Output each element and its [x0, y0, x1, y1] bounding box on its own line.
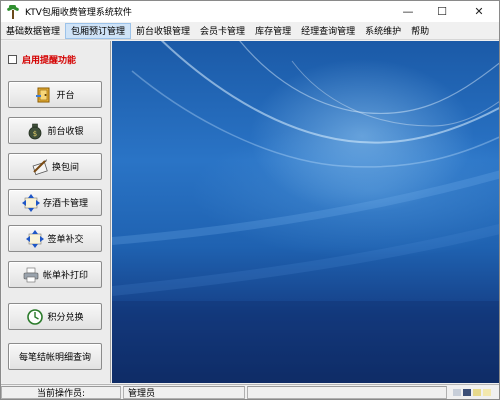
- menu-item-member-card[interactable]: 会员卡管理: [195, 23, 250, 39]
- menu-item-system[interactable]: 系统维护: [360, 23, 406, 39]
- checkout-detail-query-label: 每笔结帐明细查询: [18, 353, 91, 363]
- main-workspace: [112, 41, 499, 383]
- menu-item-basic-data[interactable]: 基础数据管理: [1, 23, 65, 39]
- status-indicator-blocks: [453, 388, 491, 396]
- status-block: [483, 388, 491, 396]
- status-empty-cell: [247, 385, 447, 399]
- operator-label: 当前操作员:: [1, 385, 121, 399]
- status-block: [453, 388, 461, 396]
- bill-pay-icon: [26, 229, 45, 248]
- wine-card-label: 存酒卡管理: [42, 199, 88, 209]
- points-redeem-label: 积分兑换: [47, 313, 84, 323]
- open-room-button[interactable]: 开台: [8, 81, 102, 108]
- printer-icon: [22, 266, 40, 284]
- points-redeem-button[interactable]: 积分兑换: [8, 303, 102, 330]
- menu-item-room-booking[interactable]: 包厢预订管理: [65, 22, 132, 39]
- maximize-button[interactable]: ☐: [425, 1, 459, 22]
- reprint-bill-button[interactable]: 帐单补打印: [8, 261, 102, 288]
- app-window: KTV包厢收费管理系统软件 — ☐ ✕ 基础数据管理 包厢预订管理 前台收银管理…: [0, 0, 500, 400]
- front-cashier-label: 前台收银: [47, 127, 84, 137]
- menu-bar: 基础数据管理 包厢预订管理 前台收银管理 会员卡管理 库存管理 经理查询管理 系…: [1, 22, 499, 40]
- bill-pay-button[interactable]: 签单补交: [8, 225, 102, 252]
- bill-pay-label: 签单补交: [47, 235, 84, 245]
- close-button[interactable]: ✕: [459, 1, 499, 22]
- menu-item-help[interactable]: 帮助: [406, 23, 434, 39]
- status-block: [463, 388, 471, 396]
- reminder-label: 启用提醒功能: [22, 56, 77, 66]
- left-nav-panel: 启用提醒功能 开台 $ 前台收银 换包间 存酒卡管理 签单补交 帐单补打印 积分…: [2, 41, 111, 383]
- window-title: KTV包厢收费管理系统软件: [25, 8, 132, 18]
- status-block: [473, 388, 481, 396]
- title-bar[interactable]: KTV包厢收费管理系统软件 — ☐ ✕: [1, 1, 499, 22]
- wallpaper-graphic: [112, 41, 499, 383]
- wine-card-button[interactable]: 存酒卡管理: [8, 189, 102, 216]
- status-bar: 当前操作员: 管理员: [1, 384, 499, 399]
- open-room-label: 开台: [56, 91, 75, 101]
- menu-item-manager-query[interactable]: 经理查询管理: [296, 23, 360, 39]
- operator-value: 管理员: [123, 385, 245, 399]
- reprint-bill-label: 帐单补打印: [42, 271, 88, 281]
- swap-room-label: 换包间: [51, 163, 79, 173]
- swap-room-icon: [31, 158, 49, 176]
- reminder-checkbox[interactable]: [8, 55, 17, 64]
- open-room-icon: [35, 86, 53, 104]
- palm-tree-icon: [6, 4, 20, 19]
- minimize-button[interactable]: —: [391, 1, 425, 22]
- wine-card-icon: [21, 193, 40, 212]
- swap-room-button[interactable]: 换包间: [8, 153, 102, 180]
- menu-item-front-cashier[interactable]: 前台收银管理: [131, 23, 195, 39]
- menu-item-inventory[interactable]: 库存管理: [250, 23, 296, 39]
- points-icon: [26, 308, 44, 326]
- svg-text:$: $: [33, 130, 37, 138]
- front-cashier-button[interactable]: $ 前台收银: [8, 117, 102, 144]
- checkout-detail-query-button[interactable]: 每笔结帐明细查询: [8, 343, 102, 370]
- money-bag-icon: $: [26, 122, 44, 140]
- reminder-toggle[interactable]: 启用提醒功能: [8, 53, 76, 66]
